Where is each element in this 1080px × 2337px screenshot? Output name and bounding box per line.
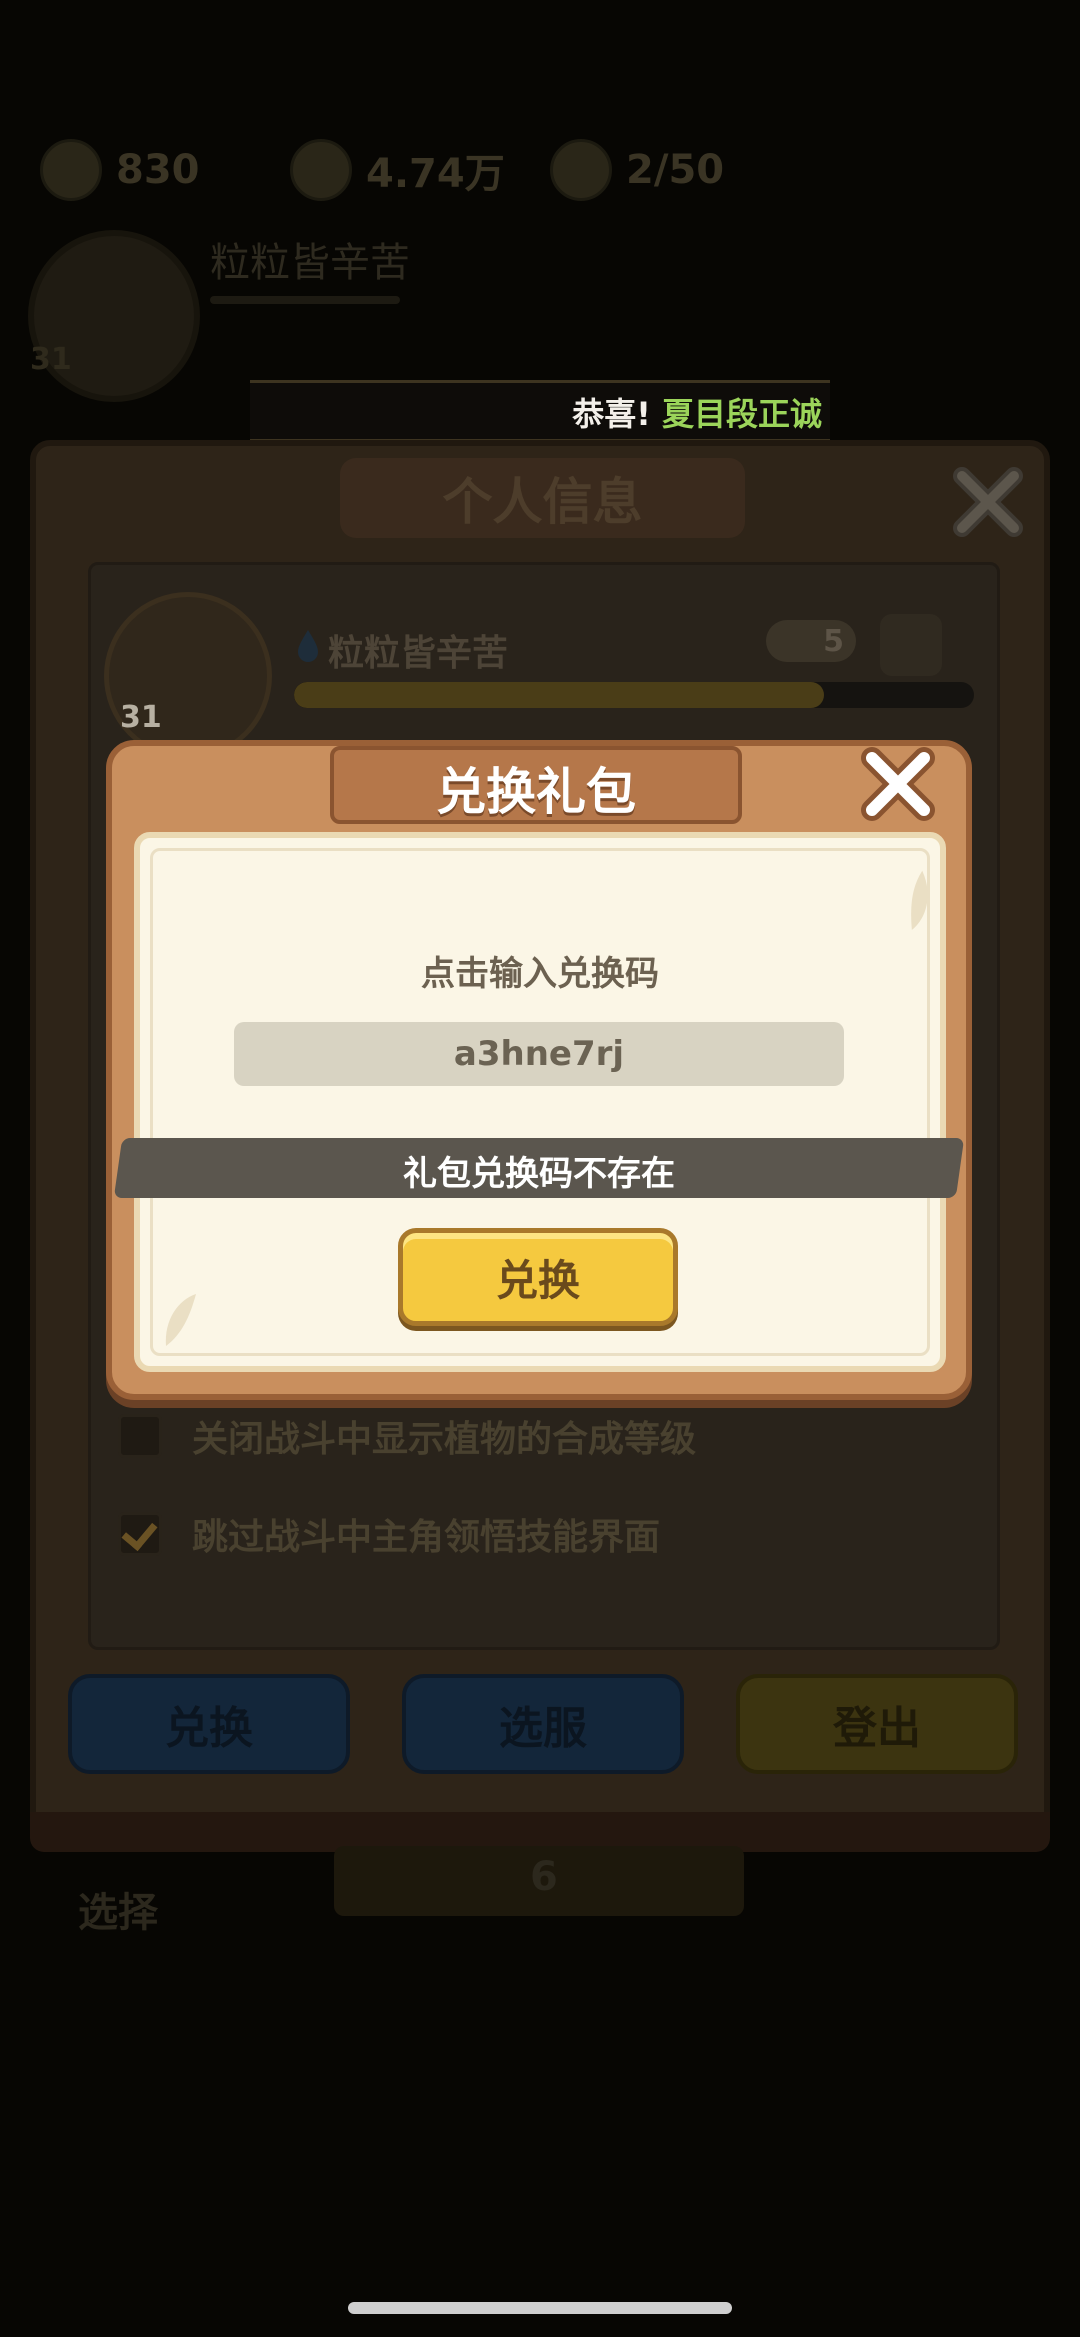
avatar-level: 31 [120,700,162,735]
error-toast-text: 礼包兑换码不存在 [403,1154,675,1194]
leaf-icon [165,1294,196,1346]
hud-stat-3: 2/50 [550,139,725,201]
bg-divider [210,296,400,304]
panel-close-icon[interactable] [948,462,1028,542]
marquee-prefix: 恭喜! [572,395,651,433]
checkbox-icon[interactable] [118,1414,162,1458]
redeem-code-prompt: 点击输入兑换码 [421,954,659,994]
marquee-highlight: 夏目段正诚 [661,395,822,433]
bg-tab-left: 选择 [78,1890,158,1936]
redeem-submit-button[interactable]: 兑换 [398,1228,678,1326]
option-label-1: 关闭战斗中显示植物的合成等级 [192,1419,697,1460]
redeem-code-input[interactable] [234,1022,844,1086]
likes-badge: 5 [766,620,856,662]
option-row-2[interactable]: 跳过战斗中主角领悟技能界面 [118,1508,660,1560]
gem-icon [40,139,102,201]
energy-icon [550,139,612,201]
bg-center-value: 6 [530,1854,558,1900]
option-row-1[interactable]: 关闭战斗中显示植物的合成等级 [118,1410,696,1462]
hud-stat-1-value: 830 [116,147,200,193]
hud-stat-2-value: 4.74万 [366,151,505,197]
redeem-dialog-title: 兑换礼包 [436,763,636,821]
redeem-button[interactable]: 兑换 [68,1674,350,1774]
bg-player-name: 粒粒皆辛苦 [210,240,410,286]
coin-icon [290,139,352,201]
hud-stat-1: 830 [40,139,200,201]
likes-count: 5 [823,623,844,659]
option-label-2: 跳过战斗中主角领悟技能界面 [192,1517,661,1558]
checkbox-icon[interactable] [118,1512,162,1556]
close-icon[interactable] [856,742,940,826]
panel-title: 个人信息 [442,473,643,531]
select-server-button[interactable]: 选服 [402,1674,684,1774]
home-indicator [348,2302,732,2314]
xp-bar [294,682,974,708]
bg-level: 31 [30,342,72,377]
water-drop-icon [298,630,318,662]
xp-bar-fill [294,682,825,708]
announcement-marquee: 恭喜! 夏目段正诚 [250,380,830,442]
player-name: 粒粒皆辛苦 [328,633,509,674]
edit-icon[interactable] [880,614,942,676]
hud-stat-3-value: 2/50 [626,147,725,193]
hud-stat-2: 4.74万 [290,139,505,201]
logout-button[interactable]: 登出 [736,1674,1018,1774]
